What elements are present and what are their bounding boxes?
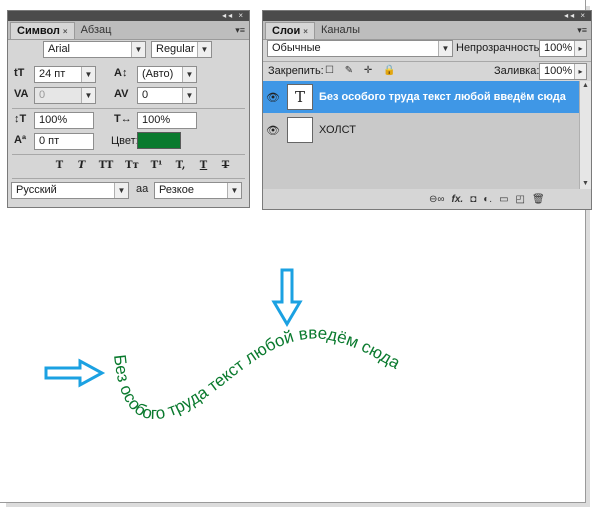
canvas-artwork: Без особого труда текст любой введём сюд…	[44, 268, 404, 423]
path-text-content: Без особого труда текст любой введём сюд…	[110, 323, 404, 423]
right-arrow-icon	[44, 358, 106, 388]
down-arrow-icon	[271, 268, 303, 327]
path-text[interactable]: Без особого труда текст любой введём сюд…	[110, 323, 404, 423]
